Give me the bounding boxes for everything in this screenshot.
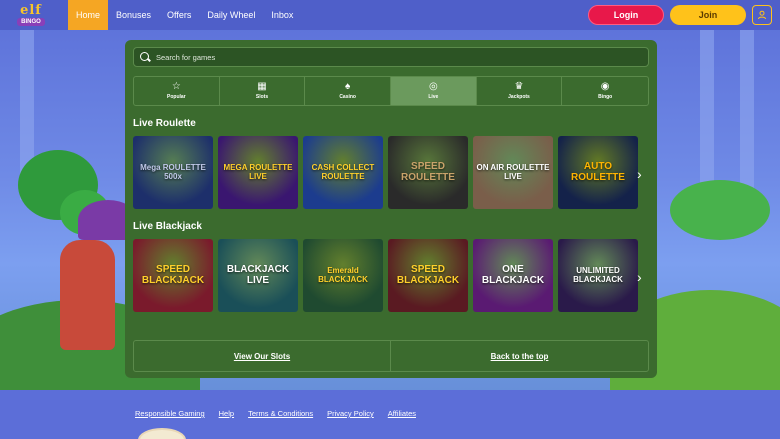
search-icon — [140, 52, 150, 62]
cards-icon: ♠ — [345, 81, 351, 92]
game-tile[interactable]: SPEED BLACKJACK — [133, 239, 213, 312]
game-tile[interactable]: ONE BLACKJACK — [473, 239, 553, 312]
game-tile-title: BLACKJACK LIVE — [226, 264, 290, 286]
game-tile-title: Emerald BLACKJACK — [318, 266, 368, 284]
nav-item-home[interactable]: Home — [68, 0, 109, 30]
footer-links: Responsible Gaming Help Terms & Conditio… — [0, 390, 780, 418]
footer-link-privacy[interactable]: Privacy Policy — [327, 409, 374, 418]
section-title-live-blackjack: Live Blackjack — [133, 221, 202, 232]
game-tile[interactable]: SPEED BLACKJACK — [388, 239, 468, 312]
footer-link-terms[interactable]: Terms & Conditions — [248, 409, 313, 418]
game-tile-title: Mega ROULETTE 500x — [140, 163, 206, 181]
tab-label: Slots — [255, 94, 269, 100]
games-panel: ☆ Popular ▦ Slots ♠ Casino ◎ Live ♛ Jack… — [125, 40, 657, 378]
footer-link-affiliates[interactable]: Affiliates — [388, 409, 416, 418]
bush-illustration — [670, 180, 770, 240]
game-tile-title: SPEED BLACKJACK — [141, 264, 205, 286]
tab-bingo[interactable]: ◉ Bingo — [562, 77, 648, 105]
footer-link-responsible-gaming[interactable]: Responsible Gaming — [135, 409, 205, 418]
game-tile[interactable]: Emerald BLACKJACK — [303, 239, 383, 312]
game-tile-title: CASH COLLECT ROULETTE — [311, 163, 375, 181]
game-tile-title: UNLIMITED BLACKJACK — [573, 266, 623, 284]
user-icon — [758, 10, 766, 20]
game-row-blackjack: SPEED BLACKJACK BLACKJACK LIVE Emerald B… — [133, 239, 649, 312]
slots-icon: ▦ — [257, 81, 267, 92]
game-tile-title: ON AIR ROULETTE LIVE — [476, 163, 550, 181]
footer-badge-logo — [138, 428, 186, 439]
crown-icon: ♛ — [514, 81, 524, 92]
site-logo[interactable]: elf BINGO — [0, 0, 62, 30]
login-button[interactable]: Login — [588, 5, 664, 25]
tab-label: Bingo — [598, 94, 613, 100]
chevron-right-icon[interactable]: › — [637, 166, 647, 182]
tab-label: Jackpots — [508, 94, 530, 100]
game-tile[interactable]: CASH COLLECT ROULETTE — [303, 136, 383, 209]
panel-bottom-links: View Our Slots Back to the top — [133, 340, 649, 372]
tree-trunk-illustration — [60, 240, 115, 350]
tab-casino[interactable]: ♠ Casino — [305, 77, 391, 105]
game-tile-title: SPEED ROULETTE — [401, 161, 455, 183]
nav-item-inbox[interactable]: Inbox — [263, 0, 301, 30]
category-tabs: ☆ Popular ▦ Slots ♠ Casino ◎ Live ♛ Jack… — [133, 76, 649, 106]
tab-label: Popular — [167, 94, 186, 100]
game-tile[interactable]: Mega ROULETTE 500x — [133, 136, 213, 209]
game-tile[interactable]: SPEED ROULETTE — [388, 136, 468, 209]
background-tree-trunk — [740, 0, 754, 200]
logo-wordmark: elf — [20, 3, 42, 18]
tab-live[interactable]: ◎ Live — [390, 77, 477, 105]
logo-badge: BINGO — [17, 18, 45, 26]
game-tile-title: ONE BLACKJACK — [481, 264, 545, 286]
nav-item-daily-wheel[interactable]: Daily Wheel — [199, 0, 263, 30]
tab-label: Casino — [339, 94, 356, 100]
account-icon[interactable] — [752, 5, 772, 25]
main-nav: Home Bonuses Offers Daily Wheel Inbox — [68, 0, 301, 30]
search-bar — [133, 47, 649, 67]
tab-popular[interactable]: ☆ Popular — [134, 77, 220, 105]
game-tile[interactable]: UNLIMITED BLACKJACK — [558, 239, 638, 312]
tab-jackpots[interactable]: ♛ Jackpots — [477, 77, 563, 105]
search-input[interactable] — [156, 52, 556, 62]
top-navigation-bar: elf BINGO Home Bonuses Offers Daily Whee… — [0, 0, 780, 30]
nav-item-offers[interactable]: Offers — [159, 0, 199, 30]
game-tile-title: MEGA ROULETTE LIVE — [223, 163, 293, 181]
game-tile-title: AUTO ROULETTE — [571, 161, 625, 183]
star-icon: ☆ — [171, 81, 181, 92]
game-tile[interactable]: ON AIR ROULETTE LIVE — [473, 136, 553, 209]
nav-item-bonuses[interactable]: Bonuses — [108, 0, 159, 30]
tab-slots[interactable]: ▦ Slots — [220, 77, 306, 105]
section-title-live-roulette: Live Roulette — [133, 118, 196, 129]
view-our-slots-link[interactable]: View Our Slots — [134, 341, 391, 371]
join-button[interactable]: Join — [670, 5, 746, 25]
game-row-roulette: Mega ROULETTE 500x MEGA ROULETTE LIVE CA… — [133, 136, 649, 209]
tab-label: Live — [428, 94, 439, 100]
auth-controls: Login Join — [588, 5, 780, 25]
roulette-icon: ◎ — [428, 81, 438, 92]
game-tile[interactable]: BLACKJACK LIVE — [218, 239, 298, 312]
back-to-top-link[interactable]: Back to the top — [391, 341, 648, 371]
chevron-right-icon[interactable]: › — [637, 269, 647, 285]
game-tile-title: SPEED BLACKJACK — [396, 264, 460, 286]
game-tile[interactable]: AUTO ROULETTE — [558, 136, 638, 209]
footer: Responsible Gaming Help Terms & Conditio… — [0, 390, 780, 439]
bingo-ball-icon: ◉ — [600, 81, 610, 92]
game-tile[interactable]: MEGA ROULETTE LIVE — [218, 136, 298, 209]
footer-link-help[interactable]: Help — [219, 409, 234, 418]
